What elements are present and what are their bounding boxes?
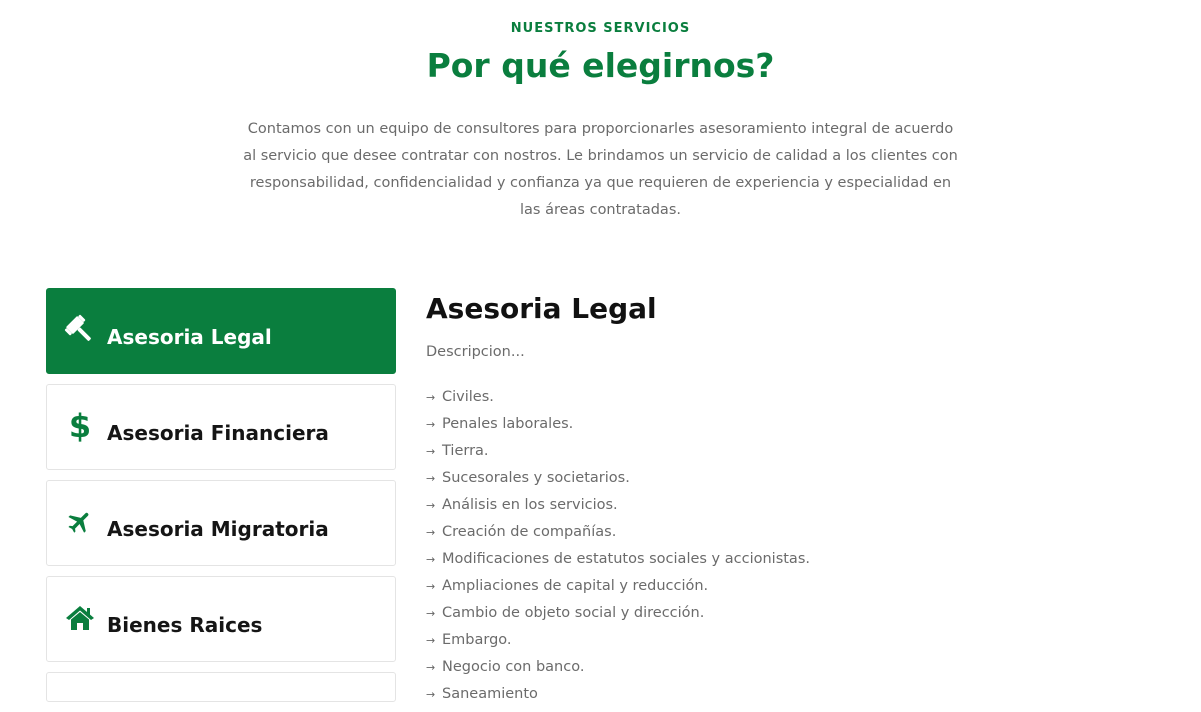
list-item: → Civiles. xyxy=(426,384,1166,411)
gavel-icon xyxy=(63,313,97,347)
list-item: → Tierra. xyxy=(426,438,1166,465)
arrow-right-icon: → xyxy=(426,688,436,701)
arrow-right-icon: → xyxy=(426,634,436,647)
services-tab-list: Asesoria Legal $ Asesoria Financiera Ase… xyxy=(46,288,396,712)
home-icon xyxy=(63,601,97,635)
list-item: → Penales laborales. xyxy=(426,411,1166,438)
detail-description: Descripcion... xyxy=(426,344,525,360)
arrow-right-icon: → xyxy=(426,580,436,593)
arrow-right-icon: → xyxy=(426,445,436,458)
section-title: Por qué elegirnos? xyxy=(426,46,775,85)
dollar-icon: $ xyxy=(68,407,92,445)
service-detail: Asesoria Legal Descripcion... → Civiles. … xyxy=(426,288,1166,708)
arrow-right-icon: → xyxy=(426,526,436,539)
detail-title: Asesoria Legal xyxy=(426,292,657,325)
tab-label: Asesoria Migratoria xyxy=(107,517,329,541)
section-eyebrow: NUESTROS SERVICIOS xyxy=(510,21,691,36)
tab-asesoria-financiera[interactable]: $ Asesoria Financiera xyxy=(46,384,396,470)
list-item: → Creación de compañías. xyxy=(426,519,1166,546)
section-intro: Contamos con un equipo de consultores pa… xyxy=(243,121,958,218)
tab-asesoria-legal[interactable]: Asesoria Legal xyxy=(46,288,396,374)
list-item: → Cambio de objeto social y dirección. xyxy=(426,600,1166,627)
tab-label: Bienes Raices xyxy=(107,613,263,637)
arrow-right-icon: → xyxy=(426,391,436,404)
detail-item-list: → Civiles. → Penales laborales. → Tierra. →… xyxy=(426,384,1166,708)
list-item: → Análisis en los servicios. xyxy=(426,492,1166,519)
list-item: → Ampliaciones de capital y reducción. xyxy=(426,573,1166,600)
plane-icon xyxy=(63,505,97,539)
tab-label: Asesoria Legal xyxy=(107,325,272,349)
list-item: → Sucesorales y societarios. xyxy=(426,465,1166,492)
tab-asesoria-migratoria[interactable]: Asesoria Migratoria xyxy=(46,480,396,566)
list-item: → Saneamiento xyxy=(426,681,1166,708)
arrow-right-icon: → xyxy=(426,499,436,512)
tab-more[interactable] xyxy=(46,672,396,702)
arrow-right-icon: → xyxy=(426,607,436,620)
arrow-right-icon: → xyxy=(426,553,436,566)
tab-label: Asesoria Financiera xyxy=(107,421,329,445)
arrow-right-icon: → xyxy=(426,418,436,431)
arrow-right-icon: → xyxy=(426,472,436,485)
arrow-right-icon: → xyxy=(426,661,436,674)
list-item: → Modificaciones de estatutos sociales y … xyxy=(426,546,1166,573)
list-item: → Embargo. xyxy=(426,627,1166,654)
tab-bienes-raices[interactable]: Bienes Raices xyxy=(46,576,396,662)
list-item: → Negocio con banco. xyxy=(426,654,1166,681)
